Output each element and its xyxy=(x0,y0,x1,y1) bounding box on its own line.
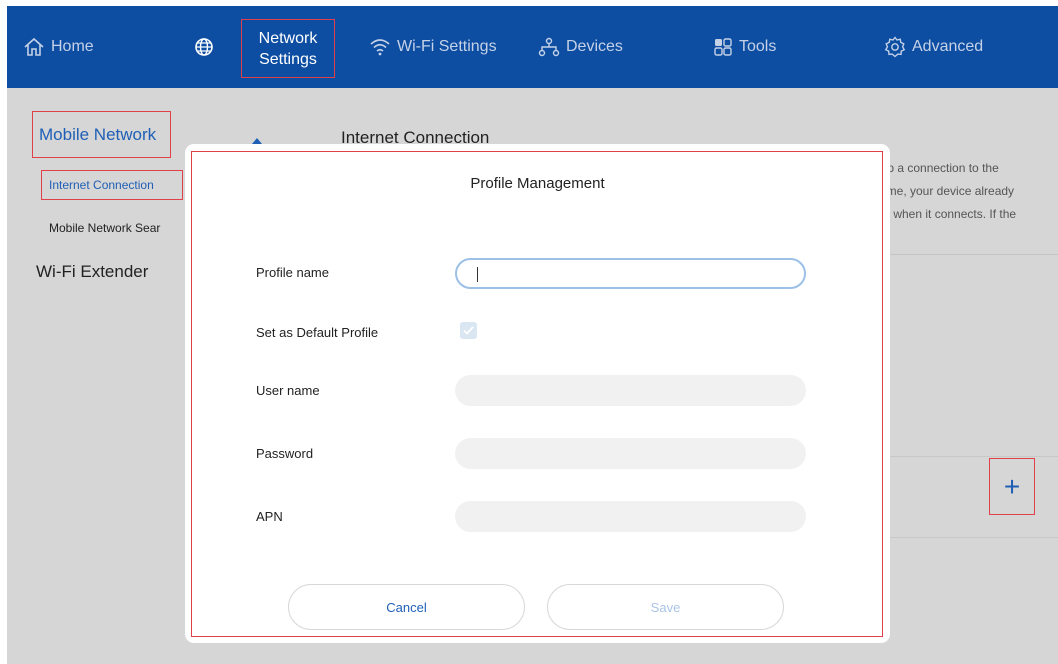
nav-advanced-label: Advanced xyxy=(912,38,984,55)
nav-home-label: Home xyxy=(51,38,94,55)
nav-network-settings-line2: Settings xyxy=(259,50,317,68)
save-button[interactable]: Save xyxy=(547,584,784,630)
nav-devices[interactable]: Devices xyxy=(538,6,623,88)
profile-name-input[interactable] xyxy=(455,258,806,289)
cancel-button[interactable]: Cancel xyxy=(288,584,525,630)
gear-icon xyxy=(884,36,906,58)
text-cursor xyxy=(477,267,478,282)
password-input[interactable] xyxy=(455,438,806,469)
globe-icon xyxy=(195,38,213,56)
home-icon xyxy=(24,37,44,56)
password-label: Password xyxy=(256,446,314,461)
plus-icon: + xyxy=(1003,470,1021,502)
wifi-icon xyxy=(370,39,390,56)
checkmark-icon xyxy=(463,326,474,335)
nav-wifi-settings-label: Wi-Fi Settings xyxy=(397,38,497,55)
description-line: y when it connects. If the xyxy=(884,207,1017,221)
dialog-title: Profile Management xyxy=(470,175,605,192)
tools-grid-icon xyxy=(714,38,732,56)
sidebar-item-internet-connection[interactable]: Internet Connection xyxy=(41,170,183,200)
profile-management-dialog: Profile Management Profile name Set as D… xyxy=(185,144,890,643)
nav-home[interactable]: Home xyxy=(23,6,94,88)
nav-network-settings-line1: Network xyxy=(258,29,318,47)
nav-devices-label: Devices xyxy=(566,38,623,55)
description-line: ime, your device already xyxy=(884,184,1015,198)
default-profile-checkbox[interactable] xyxy=(460,322,477,339)
nav-wifi-settings[interactable]: Wi-Fi Settings xyxy=(369,6,497,88)
default-profile-label: Set as Default Profile xyxy=(256,325,379,340)
nav-tools-label: Tools xyxy=(739,38,777,55)
divider xyxy=(884,254,1058,255)
nav-tools[interactable]: Tools xyxy=(713,6,776,88)
sidebar-item-wifi-extender[interactable]: Wi-Fi Extender xyxy=(36,262,148,282)
nav-advanced[interactable]: Advanced xyxy=(884,6,983,88)
devices-icon xyxy=(538,37,560,57)
page: Home Network Settings Wi-Fi Settings Dev… xyxy=(7,6,1058,664)
sidebar-item-mobile-network[interactable]: Mobile Network xyxy=(32,111,171,158)
sidebar-item-label: Internet Connection xyxy=(49,178,154,192)
user-name-label: User name xyxy=(256,383,320,398)
nav-network-settings[interactable]: Network Settings xyxy=(241,19,335,78)
profile-name-label: Profile name xyxy=(256,265,329,280)
sidebar-item-label: Mobile Network xyxy=(39,124,157,144)
description-line: ıp a connection to the xyxy=(884,161,999,175)
nav-language[interactable] xyxy=(194,6,220,88)
sidebar-item-label: Wi-Fi Extender xyxy=(36,262,149,281)
apn-label: APN xyxy=(256,509,283,524)
sidebar-item-label: Mobile Network Sear xyxy=(49,221,161,235)
top-nav: Home Network Settings Wi-Fi Settings Dev… xyxy=(7,6,1058,88)
apn-input[interactable] xyxy=(455,501,806,532)
user-name-input[interactable] xyxy=(455,375,806,406)
add-profile-button[interactable]: + xyxy=(989,458,1035,515)
sidebar-item-mobile-network-search[interactable]: Mobile Network Sear xyxy=(49,221,160,235)
